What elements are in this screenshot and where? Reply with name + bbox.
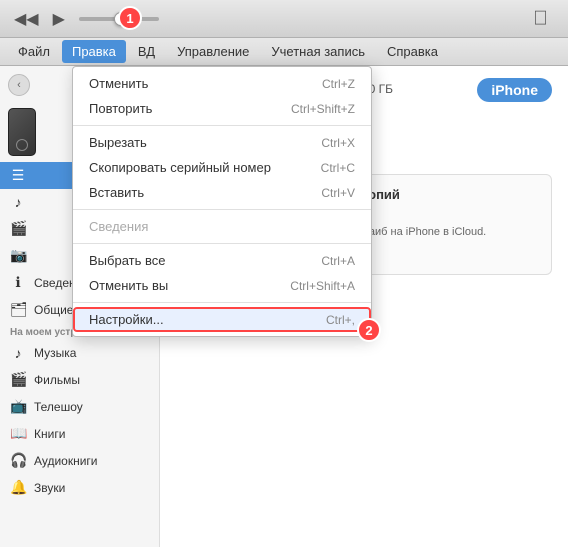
music-icon: ♪	[10, 345, 26, 361]
menu-undo[interactable]: Отменить Ctrl+Z	[73, 71, 371, 96]
settings-label: Настройки...	[89, 312, 164, 327]
playback-controls: ◀◀ ▶	[10, 7, 69, 31]
sidebar-item-tv[interactable]: 📺 Телешоу	[0, 393, 159, 420]
menu-select-all[interactable]: Выбрать все Ctrl+A	[73, 248, 371, 273]
sidebar-item-audiobooks[interactable]: 🎧 Аудиокниги	[0, 447, 159, 474]
step-badge-1: 1	[118, 6, 142, 30]
books-icon: 📖	[10, 425, 26, 442]
cut-shortcut: Ctrl+X	[321, 136, 355, 150]
audiobooks-icon: 🎧	[10, 452, 26, 469]
menu-settings[interactable]: Настройки... Ctrl+, 2	[73, 307, 371, 332]
select-all-label: Выбрать все	[89, 253, 165, 268]
separator-3	[73, 243, 371, 244]
files-icon: 🗂	[10, 301, 26, 318]
copy-serial-label: Скопировать серийный номер	[89, 160, 271, 175]
menu-redo[interactable]: Повторить Ctrl+Shift+Z	[73, 96, 371, 121]
sidebar-tv-label: Телешоу	[34, 400, 83, 414]
sidebar-books-label: Книги	[34, 427, 65, 441]
menu-edit[interactable]: Правка	[62, 40, 126, 63]
photo-tab-icon: 📷	[10, 247, 26, 264]
info-icon: ℹ	[10, 274, 26, 291]
menu-account[interactable]: Учетная запись	[261, 40, 375, 63]
tv-icon: 📺	[10, 398, 26, 415]
menu-paste[interactable]: Вставить Ctrl+V	[73, 180, 371, 205]
menu-view[interactable]: ВД	[128, 40, 165, 63]
title-bar: ◀◀ ▶ 	[0, 0, 568, 38]
undo-shortcut: Ctrl+Z	[322, 77, 355, 91]
menu-help[interactable]: Справка	[377, 40, 448, 63]
step-badge-2: 2	[357, 318, 381, 342]
menu-cut[interactable]: Вырезать Ctrl+X	[73, 130, 371, 155]
separator-4	[73, 302, 371, 303]
device-image	[8, 108, 36, 156]
forward-button[interactable]: ▶	[49, 7, 69, 31]
back-button[interactable]: ◀◀	[10, 7, 43, 31]
menu-deselect[interactable]: Отменить вы Ctrl+Shift+A	[73, 273, 371, 298]
sidebar-audiobooks-label: Аудиокниги	[34, 454, 98, 468]
separator-1	[73, 125, 371, 126]
menu-info: Сведения	[73, 214, 371, 239]
paste-label: Вставить	[89, 185, 144, 200]
deselect-label: Отменить вы	[89, 278, 168, 293]
edit-dropdown-menu: Отменить Ctrl+Z Повторить Ctrl+Shift+Z В…	[72, 66, 372, 337]
cut-label: Вырезать	[89, 135, 147, 150]
sidebar-movies-label: Фильмы	[34, 373, 80, 387]
summary-icon: ☰	[10, 167, 26, 184]
redo-label: Повторить	[89, 101, 152, 116]
sounds-icon: 🔔	[10, 479, 26, 496]
nav-back-button[interactable]: ‹	[8, 74, 30, 96]
film-tab-icon: 🎬	[10, 220, 26, 237]
menu-manage[interactable]: Управление	[167, 40, 259, 63]
undo-label: Отменить	[89, 76, 148, 91]
sidebar-item-music[interactable]: ♪ Музыка	[0, 340, 159, 366]
menu-file[interactable]: Файл	[8, 40, 60, 63]
deselect-shortcut: Ctrl+Shift+A	[290, 279, 355, 293]
movies-icon: 🎬	[10, 371, 26, 388]
settings-shortcut: Ctrl+,	[326, 313, 355, 327]
redo-shortcut: Ctrl+Shift+Z	[291, 102, 355, 116]
music-tab-icon: ♪	[10, 194, 26, 210]
separator-2	[73, 209, 371, 210]
select-all-shortcut: Ctrl+A	[321, 254, 355, 268]
apple-logo: 	[533, 7, 548, 30]
copy-serial-shortcut: Ctrl+C	[321, 161, 355, 175]
sidebar-item-movies[interactable]: 🎬 Фильмы	[0, 366, 159, 393]
sidebar-item-books[interactable]: 📖 Книги	[0, 420, 159, 447]
menu-copy-serial[interactable]: Скопировать серийный номер Ctrl+C	[73, 155, 371, 180]
sidebar-sounds-label: Звуки	[34, 481, 65, 495]
sidebar-music-label: Музыка	[34, 346, 76, 360]
iphone-badge: iPhone	[477, 78, 552, 102]
paste-shortcut: Ctrl+V	[321, 186, 355, 200]
info-label: Сведения	[89, 219, 148, 234]
menu-bar: Файл Правка ВД Управление Учетная запись…	[0, 38, 568, 66]
sidebar-item-sounds[interactable]: 🔔 Звуки	[0, 474, 159, 501]
